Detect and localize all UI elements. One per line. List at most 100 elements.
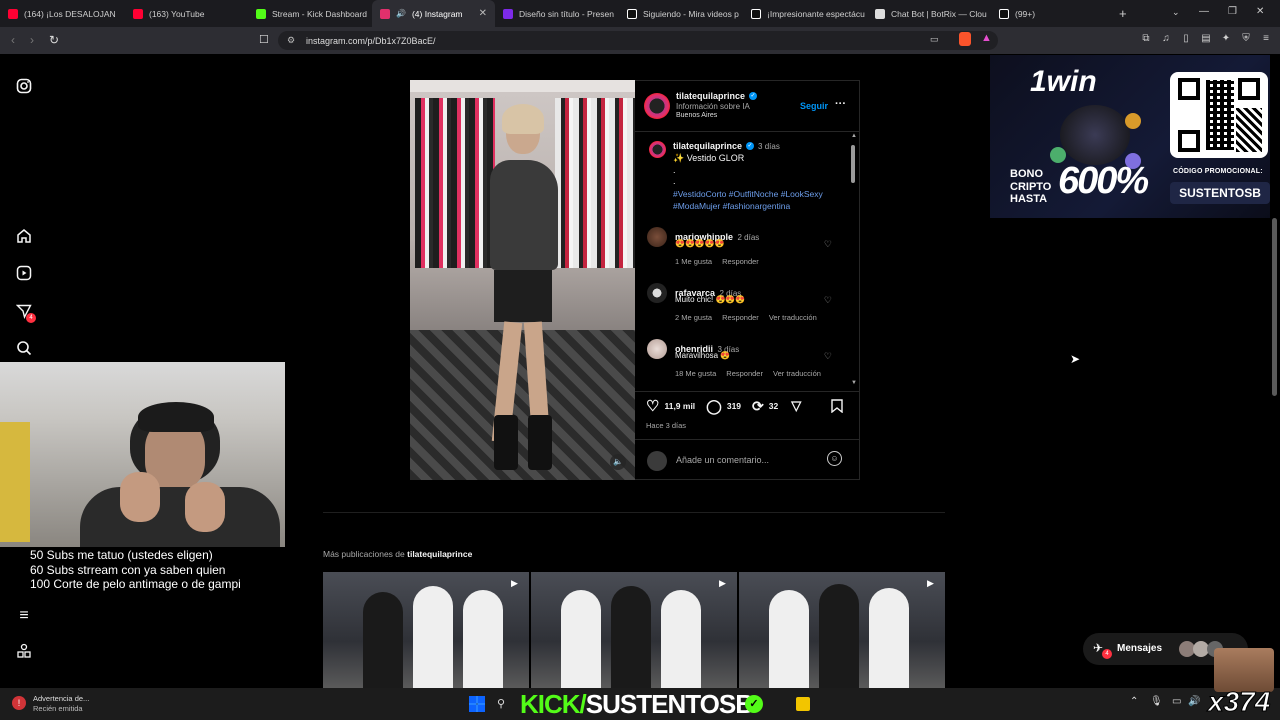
instagram-logo-icon[interactable]	[14, 78, 34, 98]
likes-count[interactable]: 11,9 mil	[664, 401, 695, 411]
brave-shield-icon[interactable]	[959, 32, 971, 46]
more-menu-icon[interactable]: ≡	[14, 606, 34, 626]
browser-tab-bar: (164) ¡Los DESALOJAN (163) YouTube Strea…	[0, 0, 1280, 27]
maximize-icon[interactable]: ❐	[1228, 6, 1237, 17]
author-avatar[interactable]	[644, 93, 670, 119]
leo-ai-icon[interactable]: ✦	[1220, 33, 1232, 45]
extensions-icon[interactable]: ⧉	[1140, 33, 1152, 45]
commenter-avatar[interactable]	[647, 283, 667, 303]
screen-cast-icon[interactable]: ▭	[930, 34, 939, 45]
follow-button[interactable]: Seguir	[800, 101, 828, 111]
post-media-video[interactable]: 🔈	[410, 80, 635, 480]
tab-botrix[interactable]: Chat Bot | BotRix — Clou	[867, 0, 991, 27]
tab-tiktok-video[interactable]: ¡Impresionante espectácu	[743, 0, 867, 27]
warning-title[interactable]: Advertencia de...	[33, 694, 89, 703]
scroll-up-icon[interactable]: ▲	[851, 133, 857, 139]
like-comment-icon[interactable]: ♡	[824, 295, 832, 306]
vpn-icon[interactable]: ⛨	[1240, 33, 1252, 45]
reply-link[interactable]: Responder	[726, 369, 763, 378]
menu-icon[interactable]: ≡	[1260, 33, 1272, 45]
comment-likes[interactable]: 1 Me gusta	[675, 257, 712, 266]
commenter-avatar[interactable]	[647, 339, 667, 359]
ad-bonus-text: BONO CRIPTO HASTA	[1010, 168, 1052, 205]
emoji-icon[interactable]: ☺	[827, 451, 842, 466]
tab-instagram[interactable]: 🔊 (4) Instagram ✕	[372, 0, 495, 27]
tab-tiktok-following[interactable]: Siguiendo - Mira videos p	[619, 0, 743, 27]
coin-icon	[1125, 113, 1141, 129]
tray-chevron-icon[interactable]: ⌃	[1130, 696, 1138, 707]
botrix-icon	[875, 8, 885, 19]
reply-link[interactable]: Responder	[722, 313, 759, 322]
music-icon[interactable]: ♫	[1160, 33, 1172, 45]
tab-youtube-1[interactable]: (164) ¡Los DESALOJAN	[0, 0, 125, 27]
more-post-thumbnail[interactable]: ▶	[739, 572, 945, 688]
like-comment-icon[interactable]: ♡	[824, 239, 832, 250]
mute-icon[interactable]: 🔈	[610, 454, 626, 470]
comment-likes[interactable]: 2 Me gusta	[675, 313, 712, 322]
tab-list-chevron-icon[interactable]: ⌄	[1172, 7, 1180, 18]
ai-info-label[interactable]: Información sobre IA	[676, 102, 750, 111]
microphone-icon[interactable]: 🎙	[1150, 696, 1163, 707]
more-post-thumbnail[interactable]: ▶	[323, 572, 529, 688]
hashtags-line[interactable]: #VestidoCorto #OutfitNoche #LookSexy	[673, 189, 823, 199]
tab-canva[interactable]: Diseño sin título - Presen	[495, 0, 619, 27]
taskbar-search-icon[interactable]: ⚲	[497, 697, 505, 710]
save-icon[interactable]	[831, 399, 843, 416]
commenter-avatar[interactable]	[647, 227, 667, 247]
close-tab-icon[interactable]: ✕	[479, 8, 487, 19]
sticky-notes-icon[interactable]	[796, 697, 810, 711]
search-icon[interactable]	[14, 340, 34, 360]
windows-start-icon[interactable]	[469, 696, 485, 712]
also-from-meta-icon[interactable]	[14, 643, 34, 663]
more-options-icon[interactable]: ···	[835, 98, 846, 110]
clothing-rack-left	[415, 98, 495, 268]
site-info-icon[interactable]: ⚙	[287, 35, 295, 46]
comment-likes[interactable]: 18 Me gusta	[675, 369, 716, 378]
like-icon[interactable]: ♡	[646, 397, 659, 415]
scroll-down-icon[interactable]: ▼	[851, 380, 857, 386]
reels-icon[interactable]	[14, 265, 34, 285]
close-window-icon[interactable]: ✕	[1256, 6, 1264, 17]
like-comment-icon[interactable]: ♡	[824, 351, 832, 362]
page-scroll-thumb[interactable]	[1272, 218, 1277, 396]
minimize-icon[interactable]: —	[1199, 6, 1209, 17]
url-field[interactable]: ⚙ instagram.com/p/Db1x7Z0BacE/	[278, 31, 998, 50]
bookmark-icon[interactable]: ☐	[259, 33, 269, 46]
location-label[interactable]: Buenos Aires	[676, 112, 717, 119]
forward-icon[interactable]: ›	[22, 33, 42, 47]
repost-icon[interactable]: ⟳	[752, 398, 764, 415]
comments-scrollbar[interactable]: ▲ ▼	[850, 133, 857, 389]
share-icon[interactable]: ▽	[791, 398, 801, 414]
add-comment-input[interactable]: Añade un comentario...	[676, 455, 769, 465]
new-tab-button[interactable]: +	[1111, 0, 1137, 27]
tab-kick-dashboard[interactable]: Stream - Kick Dashboard	[248, 0, 372, 27]
reload-icon[interactable]: ↻	[44, 33, 64, 47]
home-glyph	[17, 229, 31, 243]
back-icon[interactable]: ‹	[3, 33, 23, 47]
sidebar-icon[interactable]: ▯	[1180, 33, 1192, 45]
reply-link[interactable]: Responder	[722, 257, 759, 266]
canva-icon	[503, 8, 513, 19]
comments-count[interactable]: 319	[727, 401, 741, 411]
tab-tiktok-99[interactable]: (99+)	[991, 0, 1111, 27]
header-divider	[635, 131, 860, 132]
author-username[interactable]: tilatequilaprince	[676, 91, 745, 101]
comment-icon[interactable]: ◯	[706, 398, 722, 415]
reposts-count[interactable]: 32	[769, 401, 778, 411]
see-translation-link[interactable]: Ver traducción	[773, 369, 821, 378]
caption-avatar[interactable]	[649, 141, 666, 158]
see-translation-link[interactable]: Ver traducción	[769, 313, 817, 322]
brave-rewards-icon[interactable]: ▲	[981, 32, 992, 44]
more-post-thumbnail[interactable]: ▶	[531, 572, 737, 688]
wallet-icon[interactable]: ▤	[1200, 33, 1212, 45]
more-posts-username[interactable]: tilatequilaprince	[407, 549, 472, 559]
network-icon[interactable]: ▭	[1172, 696, 1181, 707]
hashtags-line[interactable]: #ModaMujer #fashionargentina	[673, 201, 790, 211]
tab-youtube-2[interactable]: (163) YouTube	[125, 0, 248, 27]
tiktok-icon	[751, 8, 761, 19]
scroll-thumb[interactable]	[851, 145, 855, 183]
direct-messages-icon[interactable]: 4	[14, 303, 36, 323]
volume-icon[interactable]: 🔊	[1188, 696, 1200, 707]
caption-username[interactable]: tilatequilaprince	[673, 141, 742, 151]
home-icon[interactable]	[14, 228, 34, 248]
